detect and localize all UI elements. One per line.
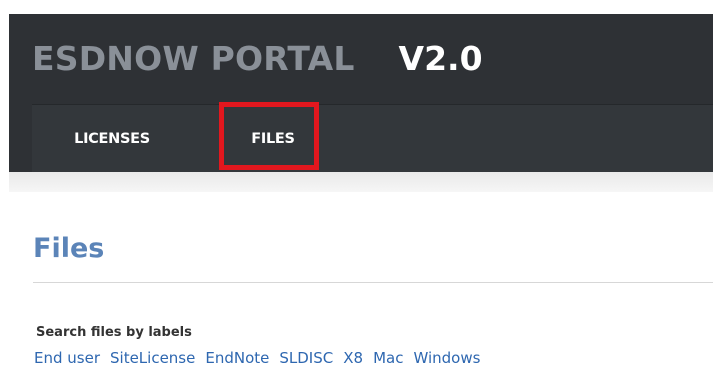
nav-item-licenses[interactable]: LICENSES [46, 105, 178, 173]
version-label: V2.0 [398, 38, 483, 78]
page-title: Files [33, 233, 105, 264]
file-label-list: End user SiteLicense EndNote SLDISC X8 M… [34, 349, 490, 367]
portal-header: ESDNOW PORTAL V2.0 LICENSES FILES [9, 14, 713, 173]
search-files-label: Search files by labels [36, 325, 192, 340]
header-shadow-strip [9, 172, 713, 192]
label-link-endnote[interactable]: EndNote [205, 349, 269, 367]
label-link-sldisc[interactable]: SLDISC [279, 349, 333, 367]
brand: ESDNOW PORTAL V2.0 [32, 28, 483, 88]
nav-item-files[interactable]: FILES [222, 105, 324, 173]
label-link-mac[interactable]: Mac [373, 349, 403, 367]
label-link-end-user[interactable]: End user [34, 349, 100, 367]
label-link-x8[interactable]: X8 [343, 349, 363, 367]
brand-name: ESDNOW PORTAL [32, 38, 355, 78]
label-link-windows[interactable]: Windows [413, 349, 480, 367]
page: ESDNOW PORTAL V2.0 LICENSES FILES Files … [0, 0, 713, 374]
title-divider [33, 282, 713, 283]
label-link-sitelicense[interactable]: SiteLicense [110, 349, 195, 367]
main-nav: LICENSES FILES [32, 104, 713, 173]
